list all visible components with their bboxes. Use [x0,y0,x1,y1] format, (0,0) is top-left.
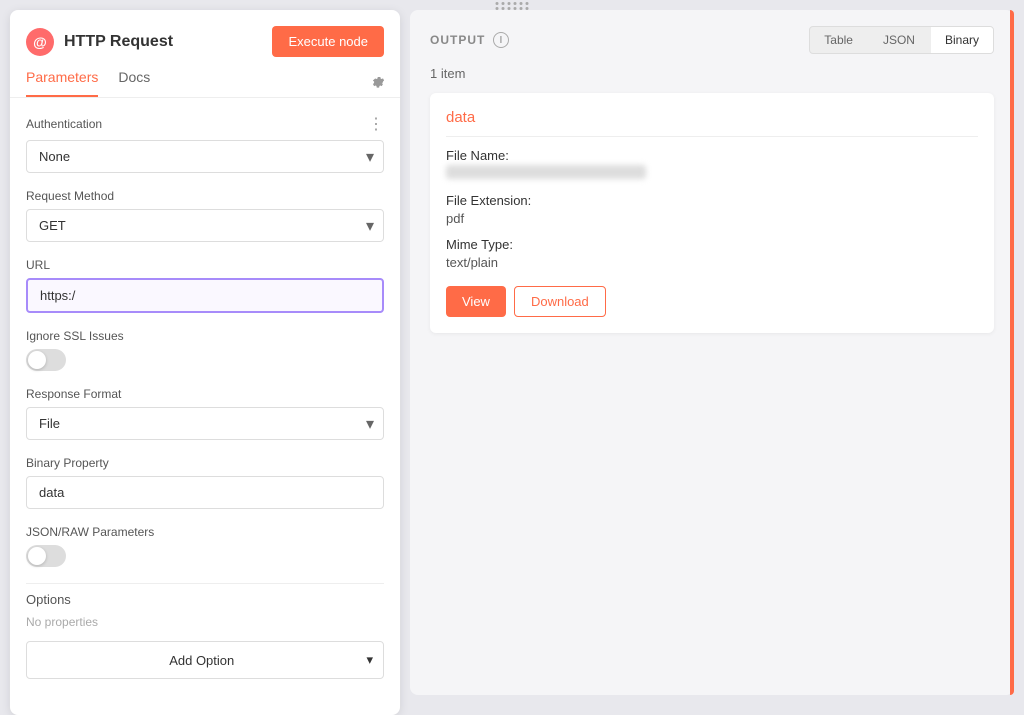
output-info-icon[interactable]: i [493,32,509,48]
view-tab-binary[interactable]: Binary [931,27,993,53]
ignore-ssl-group: Ignore SSL Issues [26,329,384,371]
add-option-button[interactable]: Add Option ▾ [26,641,384,679]
data-card: data File Name: File Extension: pdf Mime… [430,93,994,333]
file-extension-value: pdf [446,211,464,226]
binary-property-group: Binary Property [26,456,384,509]
ignore-ssl-label: Ignore SSL Issues [26,329,384,343]
file-name-value [446,165,646,179]
authentication-select[interactable]: None Basic Auth OAuth2 API Key [26,140,384,173]
authentication-label: Authentication ⋮ [26,114,384,134]
left-panel: @ HTTP Request Execute node Parameters D… [10,10,400,715]
request-method-select-wrapper: GET POST PUT DELETE PATCH ▾ [26,209,384,242]
binary-property-input[interactable] [26,476,384,509]
view-tab-json[interactable]: JSON [869,27,929,53]
tab-docs[interactable]: Docs [118,69,150,97]
tab-parameters[interactable]: Parameters [26,69,98,97]
download-button[interactable]: Download [514,286,606,317]
ignore-ssl-toggle-group [26,349,384,371]
request-method-label: Request Method [26,189,384,203]
card-actions: View Download [446,286,978,317]
view-tab-table[interactable]: Table [810,27,867,53]
panel-body: Authentication ⋮ None Basic Auth OAuth2 … [10,98,400,715]
response-format-select-wrapper: File JSON Text Binary ▾ [26,407,384,440]
options-label: Options [26,592,384,607]
right-panel: OUTPUT i Table JSON Binary 1 item data F… [410,10,1014,695]
request-method-group: Request Method GET POST PUT DELETE PATCH… [26,189,384,242]
response-format-select[interactable]: File JSON Text Binary [26,407,384,440]
at-symbol: @ [33,34,47,50]
add-option-label: Add Option [37,653,366,668]
execute-button[interactable]: Execute node [272,26,384,57]
panel-title-text: HTTP Request [64,33,173,51]
binary-property-label: Binary Property [26,456,384,470]
mime-type-row: Mime Type: text/plain [446,236,978,272]
output-header: OUTPUT i Table JSON Binary [410,10,1014,66]
output-title-group: OUTPUT i [430,32,509,48]
at-icon: @ [26,28,54,56]
json-raw-params-toggle[interactable] [26,545,66,567]
response-format-group: Response Format File JSON Text Binary ▾ [26,387,384,440]
view-button[interactable]: View [446,286,506,317]
item-count: 1 item [410,66,1014,93]
options-group: Options No properties Add Option ▾ [26,592,384,679]
view-tabs-group: Table JSON Binary [809,26,994,54]
add-option-chevron: ▾ [366,652,373,668]
tab-settings-icon[interactable] [368,69,384,97]
mime-type-key: Mime Type: [446,237,513,252]
mime-type-value: text/plain [446,255,498,270]
authentication-group: Authentication ⋮ None Basic Auth OAuth2 … [26,114,384,173]
panel-title: @ HTTP Request [26,28,173,56]
json-raw-params-toggle-group [26,545,384,567]
json-raw-params-group: JSON/RAW Parameters [26,525,384,567]
ignore-ssl-toggle[interactable] [26,349,66,371]
file-name-row: File Name: [446,147,978,184]
response-format-label: Response Format [26,387,384,401]
data-card-title: data [446,109,978,137]
url-group: URL [26,258,384,313]
options-divider [26,583,384,584]
output-label: OUTPUT [430,33,485,47]
url-label: URL [26,258,384,272]
authentication-select-wrapper: None Basic Auth OAuth2 API Key ▾ [26,140,384,173]
panel-header: @ HTTP Request Execute node [10,10,400,57]
tabs-bar: Parameters Docs [10,57,400,98]
file-extension-row: File Extension: pdf [446,192,978,228]
no-properties-text: No properties [26,615,384,629]
authentication-menu-icon[interactable]: ⋮ [368,114,384,134]
file-name-key: File Name: [446,148,509,163]
json-raw-params-label: JSON/RAW Parameters [26,525,384,539]
file-extension-key: File Extension: [446,193,531,208]
request-method-select[interactable]: GET POST PUT DELETE PATCH [26,209,384,242]
url-input[interactable] [26,278,384,313]
right-edge-accent [1010,10,1014,695]
